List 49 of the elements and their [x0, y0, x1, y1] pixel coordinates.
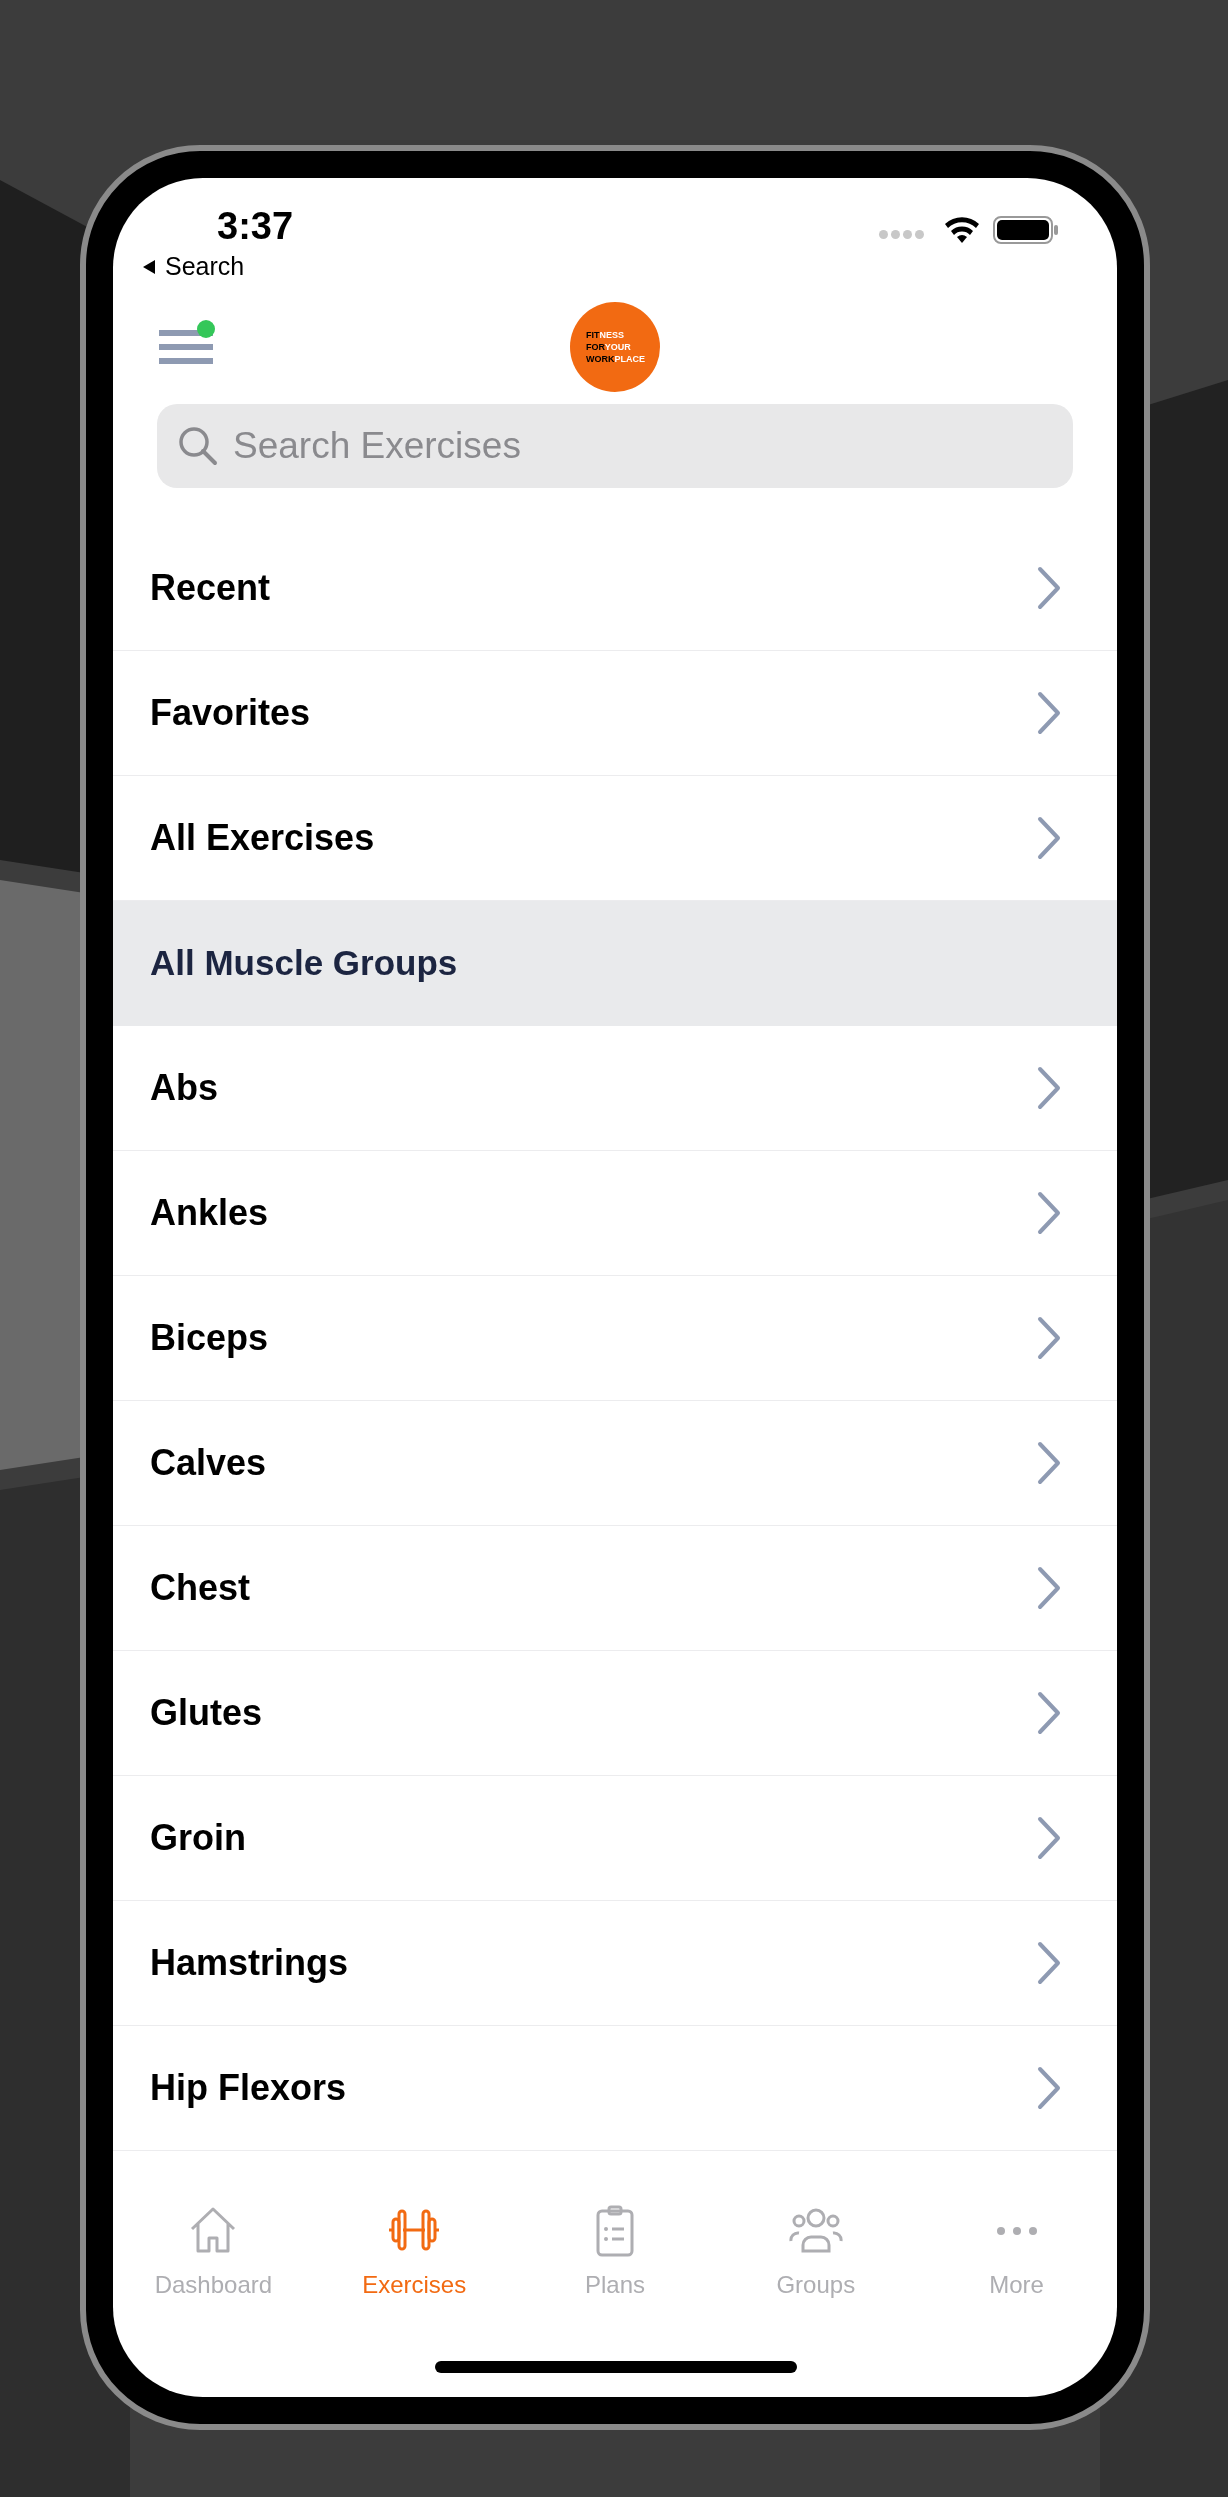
- row-label: Hip Flexors: [150, 2066, 347, 2110]
- menu-icon[interactable]: [159, 320, 215, 364]
- row-label: Abs: [150, 1066, 218, 1110]
- chevron-icon: [1037, 1316, 1061, 1360]
- chevron-icon: [1037, 2066, 1061, 2110]
- wifi-icon: [943, 214, 981, 244]
- list-row[interactable]: Abs: [113, 1026, 1117, 1151]
- chevron-icon: [1037, 1941, 1061, 1985]
- row-label: Hamstrings: [150, 1941, 349, 1985]
- list-row[interactable]: Hip Flexors: [113, 2026, 1117, 2151]
- battery-icon: [993, 216, 1059, 244]
- section-header: All Muscle Groups: [113, 901, 1117, 1026]
- logo-text: FORYOUR: [586, 341, 632, 353]
- row-label: Recent: [150, 566, 271, 610]
- row-label: Chest: [150, 1566, 251, 1610]
- chevron-icon: [1037, 1691, 1061, 1735]
- list-row[interactable]: Ankles: [113, 1151, 1117, 1276]
- back-link[interactable]: Search: [141, 248, 245, 286]
- back-arrow-icon: [141, 258, 157, 275]
- chevron-icon: [1037, 691, 1061, 735]
- list-row[interactable]: Recent: [113, 526, 1117, 651]
- list-row[interactable]: Chest: [113, 1526, 1117, 1651]
- more-icon: [995, 2226, 1038, 2236]
- list-row[interactable]: Biceps: [113, 1276, 1117, 1401]
- chevron-icon: [1037, 1816, 1061, 1860]
- list-row[interactable]: Hamstrings: [113, 1901, 1117, 2026]
- logo-text: FITNESS: [586, 329, 625, 341]
- row-label: Calves: [150, 1441, 267, 1485]
- status-time: 3:37: [217, 204, 294, 249]
- chevron-icon: [1037, 566, 1061, 610]
- row-label: Groin: [150, 1816, 246, 1860]
- search-icon: [177, 425, 219, 467]
- chevron-icon: [1037, 1066, 1061, 1110]
- chevron-icon: [1037, 1191, 1061, 1235]
- chevron-icon: [1037, 1566, 1061, 1610]
- search-field[interactable]: Search Exercises: [157, 404, 1073, 488]
- row-label: Glutes: [150, 1691, 263, 1735]
- chevron-icon: [1037, 816, 1061, 860]
- list-row[interactable]: Favorites: [113, 651, 1117, 776]
- list-row[interactable]: Groin: [113, 1776, 1117, 1901]
- row-label: Biceps: [150, 1316, 269, 1360]
- logo-text: WORKPLACE: [586, 353, 646, 365]
- list-row[interactable]: Glutes: [113, 1651, 1117, 1776]
- chevron-icon: [1037, 1441, 1061, 1485]
- row-label: All Exercises: [150, 816, 375, 860]
- row-label: Favorites: [150, 691, 311, 735]
- signal-icon: [879, 230, 924, 239]
- row-label: Ankles: [150, 1191, 269, 1235]
- list-row[interactable]: Calves: [113, 1401, 1117, 1526]
